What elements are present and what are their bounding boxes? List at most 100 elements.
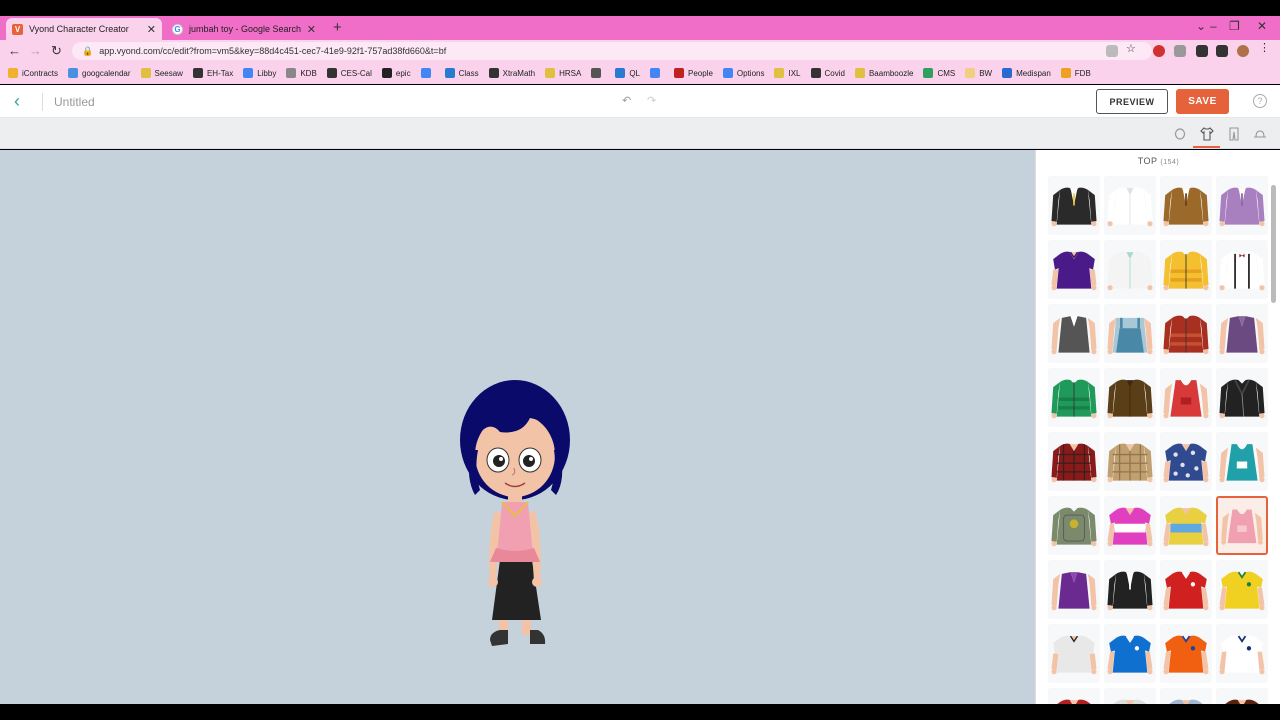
new-tab-icon[interactable]: +	[333, 19, 342, 36]
bookmark-label: iContracts	[22, 68, 59, 78]
clothing-item[interactable]	[1104, 496, 1156, 555]
clothing-item[interactable]	[1216, 304, 1268, 363]
bookmark-item[interactable]: QL	[615, 68, 640, 78]
close-icon[interactable]: ✕	[147, 23, 156, 36]
clothing-item[interactable]	[1048, 176, 1100, 235]
minimize-icon[interactable]: –	[1210, 19, 1217, 33]
clothing-item[interactable]	[1160, 176, 1212, 235]
panel-scrollbar[interactable]	[1271, 185, 1276, 303]
clothing-item[interactable]	[1160, 304, 1212, 363]
help-icon[interactable]: ?	[1253, 94, 1267, 108]
bookmark-item[interactable]: EH-Tax	[192, 68, 233, 78]
tab-google[interactable]: G jumbah toy - Google Search ✕	[166, 18, 322, 40]
clothing-item[interactable]	[1048, 496, 1100, 555]
clothing-item-selected[interactable]	[1216, 496, 1268, 555]
top-category-icon[interactable]	[1197, 124, 1217, 144]
undo-icon[interactable]: ↶	[622, 94, 631, 107]
clothing-item[interactable]	[1216, 688, 1268, 704]
clothing-item[interactable]	[1048, 368, 1100, 427]
bookmark-item[interactable]: XtraMath	[488, 68, 535, 78]
clothing-item[interactable]	[1104, 176, 1156, 235]
back-chevron-icon[interactable]: ‹	[14, 91, 20, 112]
redo-icon[interactable]: ↷	[647, 94, 656, 107]
bookmark-item[interactable]: CMS	[923, 68, 955, 78]
extension-icon[interactable]	[1174, 45, 1186, 57]
bookmark-item[interactable]: HRSA	[545, 68, 581, 78]
reload-icon[interactable]: ↻	[51, 43, 62, 59]
more-menu-icon[interactable]: ⋮	[1259, 41, 1271, 54]
clothing-item[interactable]	[1160, 496, 1212, 555]
bookmark-item[interactable]: FDB	[1060, 68, 1091, 78]
bookmark-item[interactable]	[420, 68, 435, 78]
bookmark-item[interactable]: iContracts	[8, 68, 58, 78]
tab-vyond[interactable]: V Vyond Character Creator ✕	[6, 18, 162, 40]
clothing-item[interactable]	[1216, 368, 1268, 427]
clothing-item[interactable]	[1216, 432, 1268, 491]
forward-arrow-icon[interactable]: →	[29, 43, 42, 58]
clothing-item[interactable]	[1104, 624, 1156, 683]
clothing-item[interactable]	[1160, 432, 1212, 491]
bookmark-item[interactable]: KDB	[286, 68, 317, 78]
bookmark-item[interactable]	[649, 68, 664, 78]
clothing-item[interactable]	[1160, 688, 1212, 704]
bookmark-icon	[326, 68, 337, 78]
puzzle-icon[interactable]	[1196, 45, 1208, 57]
share-icon[interactable]	[1106, 45, 1118, 57]
clothing-item[interactable]	[1160, 624, 1212, 683]
bookmark-label: HRSA	[559, 68, 582, 78]
profile-avatar[interactable]	[1237, 45, 1249, 57]
clothing-item[interactable]	[1104, 304, 1156, 363]
clothing-item[interactable]	[1216, 624, 1268, 683]
clothing-item[interactable]	[1048, 560, 1100, 619]
bookmark-item[interactable]: People	[673, 68, 713, 78]
url-field[interactable]: 🔒 app.vyond.com/cc/edit?from=vm5&key=88d…	[72, 42, 1152, 60]
sidebar-icon[interactable]	[1216, 45, 1228, 57]
preview-button[interactable]: PREVIEW	[1096, 89, 1168, 114]
extension-icon[interactable]	[1153, 45, 1165, 57]
clothing-item[interactable]	[1160, 240, 1212, 299]
character-title[interactable]: Untitled	[54, 95, 95, 109]
restore-icon[interactable]: ❐	[1229, 19, 1240, 33]
clothing-item[interactable]	[1104, 240, 1156, 299]
window-close-icon[interactable]: ✕	[1257, 19, 1267, 33]
save-button[interactable]: SAVE	[1176, 89, 1229, 114]
clothing-item[interactable]	[1104, 688, 1156, 704]
bookmark-item[interactable]	[591, 68, 605, 78]
bookmark-item[interactable]: Baamboozle	[854, 68, 913, 78]
bookmark-item[interactable]: epic	[381, 68, 411, 78]
clothing-item[interactable]	[1048, 240, 1100, 299]
clothing-item[interactable]	[1048, 304, 1100, 363]
bookmark-item[interactable]: Class	[444, 68, 479, 78]
bookmark-icon	[722, 68, 733, 78]
star-icon[interactable]: ☆	[1126, 42, 1138, 55]
close-icon[interactable]: ✕	[307, 23, 316, 36]
clothing-item[interactable]	[1048, 688, 1100, 704]
panel-header: TOP (154)	[1036, 156, 1280, 166]
clothing-item[interactable]	[1104, 368, 1156, 427]
bookmark-icon	[649, 68, 660, 78]
clothing-item[interactable]	[1216, 240, 1268, 299]
clothing-item[interactable]	[1160, 368, 1212, 427]
clothing-item[interactable]	[1048, 624, 1100, 683]
bookmark-item[interactable]: BW	[965, 68, 992, 78]
bookmark-item[interactable]: Seesaw	[140, 68, 183, 78]
bookmark-icon	[1002, 68, 1013, 78]
hat-category-icon[interactable]	[1250, 124, 1270, 144]
bookmark-item[interactable]: CES-Cal	[326, 68, 372, 78]
bookmark-item[interactable]: Options	[722, 68, 764, 78]
clothing-item[interactable]	[1104, 432, 1156, 491]
bottom-category-icon[interactable]	[1224, 124, 1244, 144]
bookmark-item[interactable]: Libby	[243, 68, 276, 78]
bookmark-item[interactable]: googcalendar	[68, 68, 131, 78]
chevron-down-icon[interactable]: ⌄	[1196, 19, 1206, 33]
clothing-item[interactable]	[1160, 560, 1212, 619]
clothing-item[interactable]	[1216, 176, 1268, 235]
clothing-item[interactable]	[1048, 432, 1100, 491]
bookmark-item[interactable]: Medispan	[1002, 68, 1051, 78]
bookmark-item[interactable]: IXL	[774, 68, 801, 78]
clothing-item[interactable]	[1216, 560, 1268, 619]
clothing-item[interactable]	[1104, 560, 1156, 619]
back-arrow-icon[interactable]: ←	[8, 43, 21, 58]
head-category-icon[interactable]	[1170, 124, 1190, 144]
bookmark-item[interactable]: Covid	[810, 68, 845, 78]
